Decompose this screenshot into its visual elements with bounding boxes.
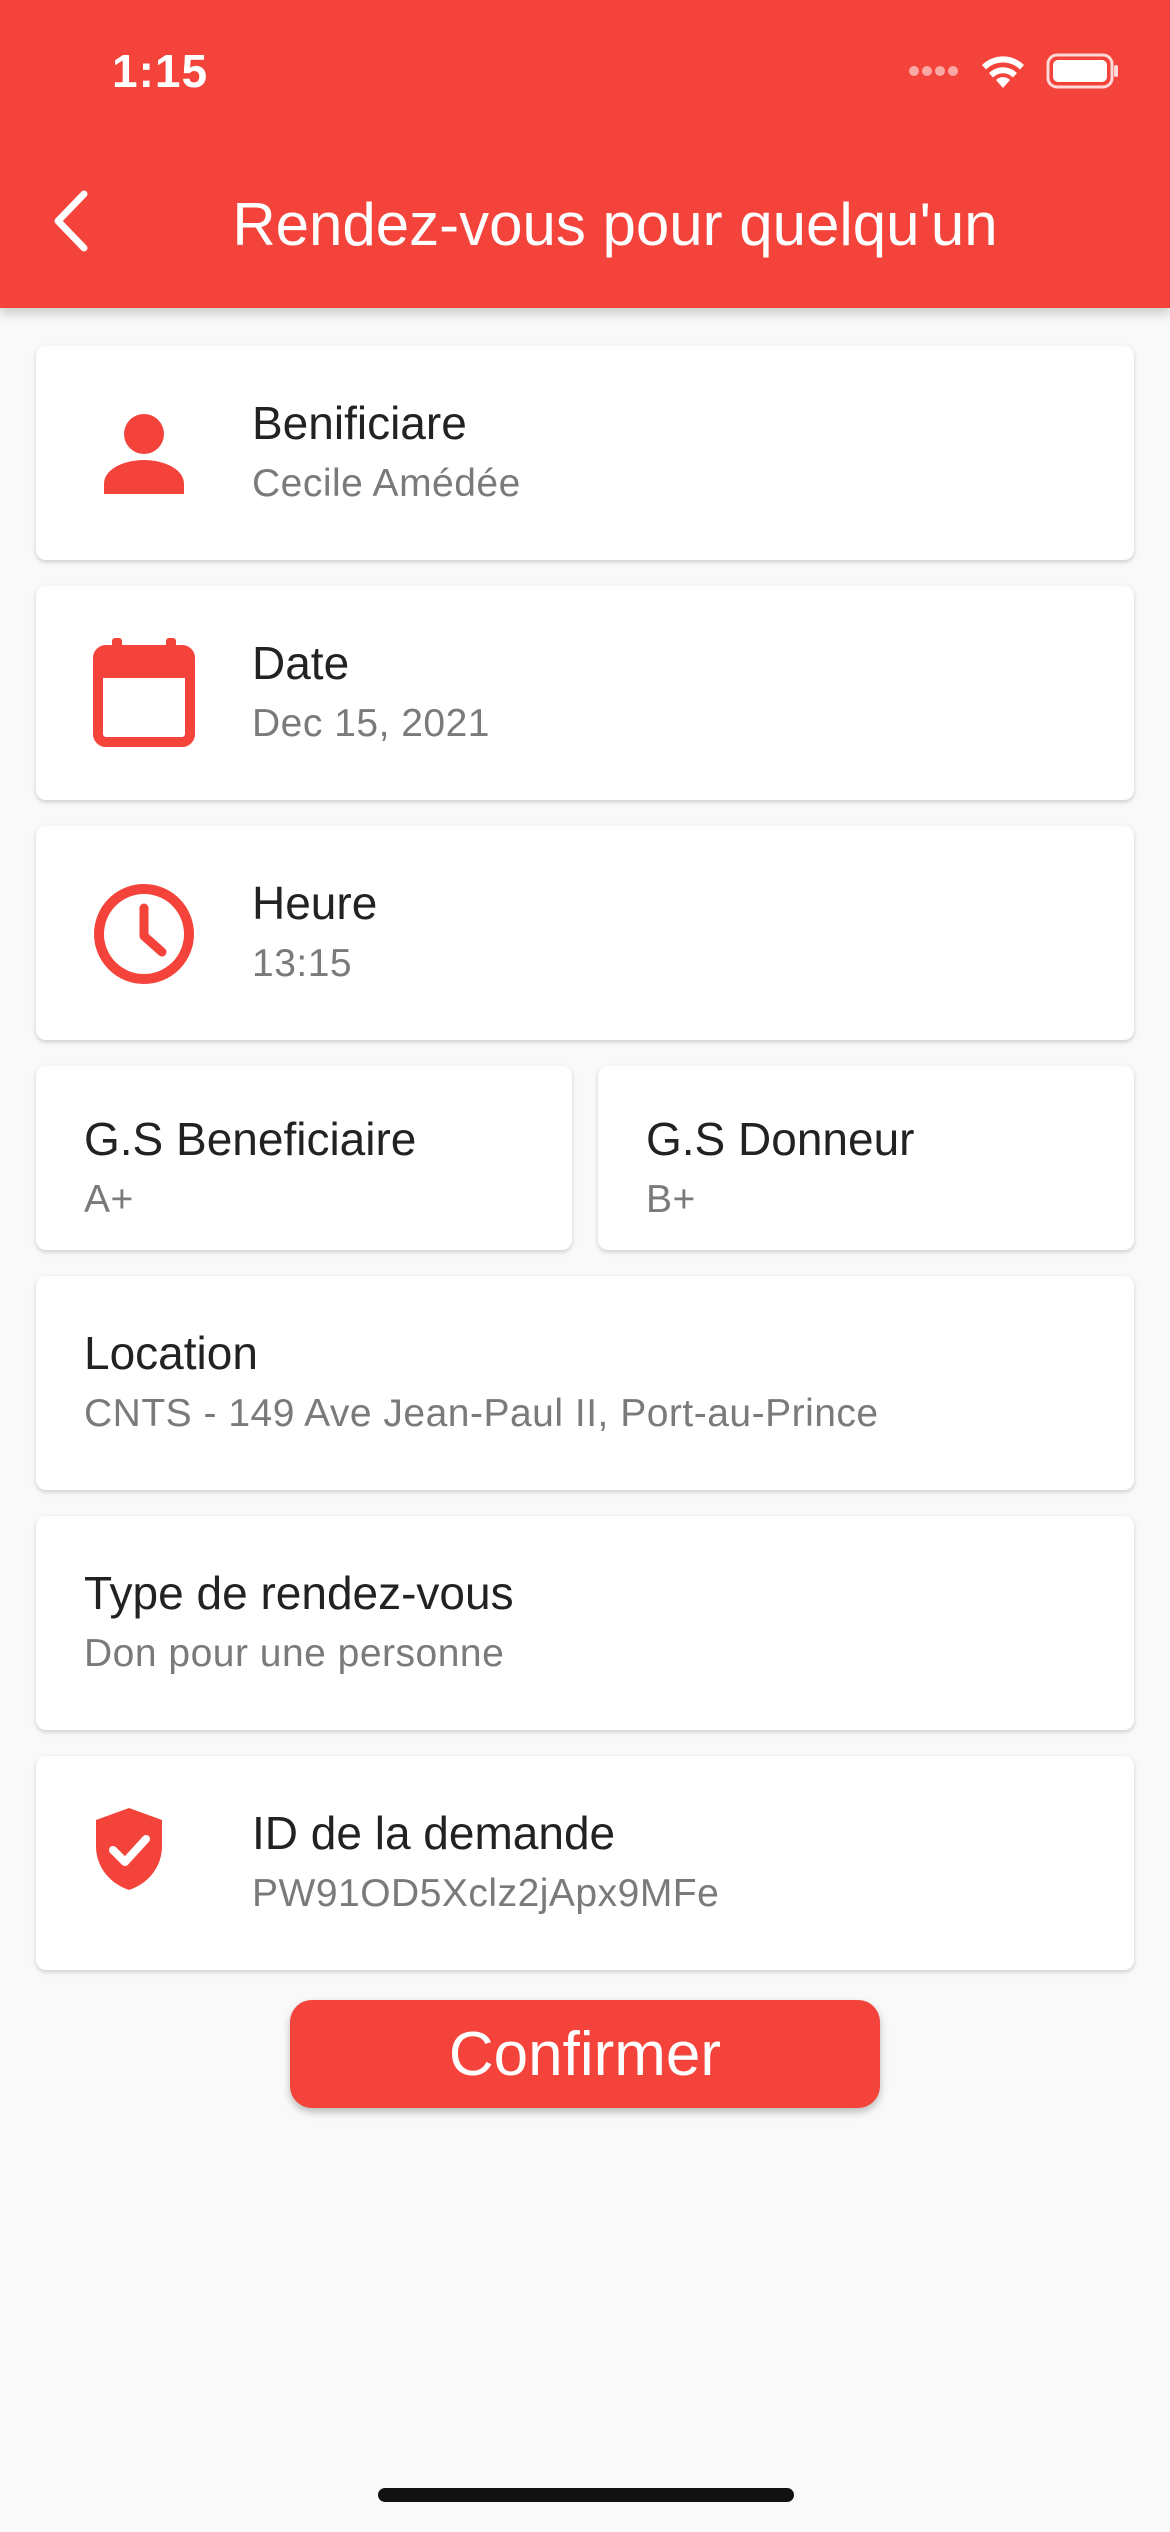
- shield-check-icon: [96, 1808, 162, 1890]
- beneficiary-value: Cecile Amédée: [252, 462, 521, 505]
- gs-beneficiary-value: A+: [84, 1178, 134, 1221]
- status-time: 1:15: [112, 45, 209, 97]
- gs-donor-card[interactable]: G.S Donneur B+: [598, 1066, 1134, 1250]
- request-id-card[interactable]: ID de la demande PW91OD5Xclz2jApx9MFe: [36, 1756, 1134, 1970]
- battery-icon: [1046, 53, 1118, 89]
- location-value: CNTS - 149 Ave Jean-Paul II, Port-au-Pri…: [84, 1392, 879, 1435]
- page-title: Rendez-vous pour quelqu'un: [232, 191, 998, 258]
- time-label: Heure: [252, 877, 378, 929]
- clock-icon: [94, 884, 194, 984]
- beneficiary-label: Benificiare: [252, 397, 467, 449]
- request-id-value: PW91OD5Xclz2jApx9MFe: [252, 1872, 720, 1915]
- app-bar: 1:15 Rendez-vous pour quelqu'un: [0, 0, 1170, 308]
- person-icon: [104, 414, 184, 494]
- gs-donor-value: B+: [646, 1178, 696, 1221]
- location-card[interactable]: Location CNTS - 149 Ave Jean-Paul II, Po…: [36, 1276, 1134, 1490]
- confirm-button[interactable]: Confirmer: [290, 2000, 880, 2108]
- gs-beneficiary-card[interactable]: G.S Beneficiaire A+: [36, 1066, 572, 1250]
- wifi-icon: [982, 56, 1024, 88]
- time-card[interactable]: Heure 13:15: [36, 826, 1134, 1040]
- calendar-icon: [93, 638, 195, 747]
- location-label: Location: [84, 1327, 258, 1379]
- date-card[interactable]: Date Dec 15, 2021: [36, 586, 1134, 800]
- signal-icon: [909, 66, 958, 76]
- date-value: Dec 15, 2021: [252, 702, 491, 745]
- date-label: Date: [252, 637, 350, 689]
- appointment-type-label: Type de rendez-vous: [84, 1567, 514, 1619]
- request-id-label: ID de la demande: [252, 1807, 616, 1859]
- gs-beneficiary-label: G.S Beneficiaire: [84, 1113, 417, 1165]
- status-icons: [908, 52, 1120, 90]
- appointment-type-value: Don pour une personne: [84, 1632, 505, 1675]
- home-indicator: [378, 2488, 794, 2502]
- gs-donor-label: G.S Donneur: [646, 1113, 915, 1165]
- time-value: 13:15: [252, 942, 353, 985]
- beneficiary-card[interactable]: Benificiare Cecile Amédée: [36, 346, 1134, 560]
- appointment-type-card[interactable]: Type de rendez-vous Don pour une personn…: [36, 1516, 1134, 1730]
